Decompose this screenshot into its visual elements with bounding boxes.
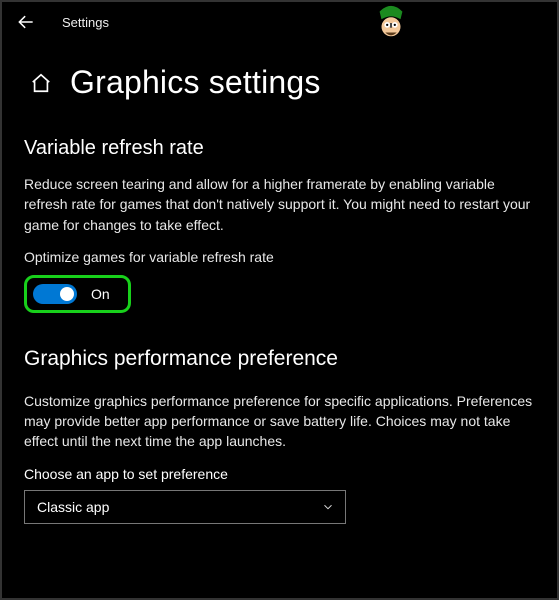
toggle-knob: [60, 287, 74, 301]
perf-heading: Graphics performance preference: [24, 347, 535, 371]
vrr-toggle-row: On: [24, 275, 131, 313]
topbar-title: Settings: [62, 15, 109, 30]
vrr-toggle[interactable]: [33, 284, 77, 304]
vrr-heading: Variable refresh rate: [24, 137, 535, 160]
perf-description: Customize graphics performance preferenc…: [24, 391, 535, 452]
chevron-down-icon: [321, 500, 335, 514]
page-header: Graphics settings: [2, 38, 557, 111]
home-icon[interactable]: [30, 72, 52, 94]
avatar-icon: [372, 4, 410, 42]
vrr-toggle-state: On: [91, 286, 110, 302]
content-area: Variable refresh rate Reduce screen tear…: [2, 111, 557, 524]
page-title: Graphics settings: [70, 64, 321, 101]
back-button[interactable]: [14, 10, 38, 34]
vrr-toggle-label: Optimize games for variable refresh rate: [24, 249, 535, 265]
topbar: Settings: [2, 2, 557, 38]
vrr-description: Reduce screen tearing and allow for a hi…: [24, 174, 535, 235]
app-type-dropdown[interactable]: Classic app: [24, 490, 346, 524]
perf-section: Graphics performance preference Customiz…: [24, 347, 535, 524]
choose-app-label: Choose an app to set preference: [24, 466, 535, 482]
dropdown-selected: Classic app: [37, 499, 109, 515]
settings-window: Settings Graphics settings Variable refr…: [0, 0, 559, 600]
